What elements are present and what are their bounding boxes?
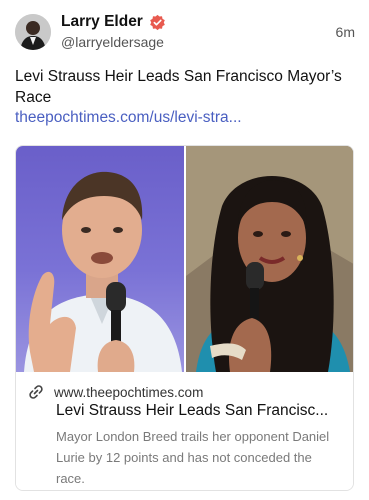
link-description: Mayor London Breed trails her opponent D… — [56, 429, 330, 486]
photo-woman-speaking — [184, 146, 353, 372]
post: Larry Elder @larryeldersage 6m Levi Stra… — [0, 0, 369, 500]
link-preview-card[interactable]: www.theepochtimes.com Levi Strauss Heir … — [15, 145, 354, 491]
avatar[interactable] — [15, 14, 51, 50]
link-title[interactable]: Levi Strauss Heir Leads San Francisc... — [56, 402, 348, 420]
post-timestamp: 6m — [335, 24, 355, 40]
link-domain-row: www.theepochtimes.com — [28, 384, 203, 400]
verified-badge-icon — [149, 14, 166, 31]
link-icon — [28, 384, 44, 400]
post-header: Larry Elder @larryeldersage 6m — [15, 12, 355, 54]
post-link[interactable]: theepochtimes.com/us/levi-stra... — [15, 109, 242, 127]
author-name-row: Larry Elder — [61, 12, 166, 32]
link-domain: www.theepochtimes.com — [54, 384, 204, 400]
photo-man-speaking — [16, 146, 184, 372]
author-handle[interactable]: @larryeldersage — [61, 34, 164, 50]
link-preview-body[interactable]: www.theepochtimes.com Levi Strauss Heir … — [16, 372, 353, 490]
author-name[interactable]: Larry Elder — [61, 13, 143, 31]
link-preview-image[interactable] — [16, 146, 353, 372]
post-text: Levi Strauss Heir Leads San Francisco Ma… — [15, 68, 342, 106]
